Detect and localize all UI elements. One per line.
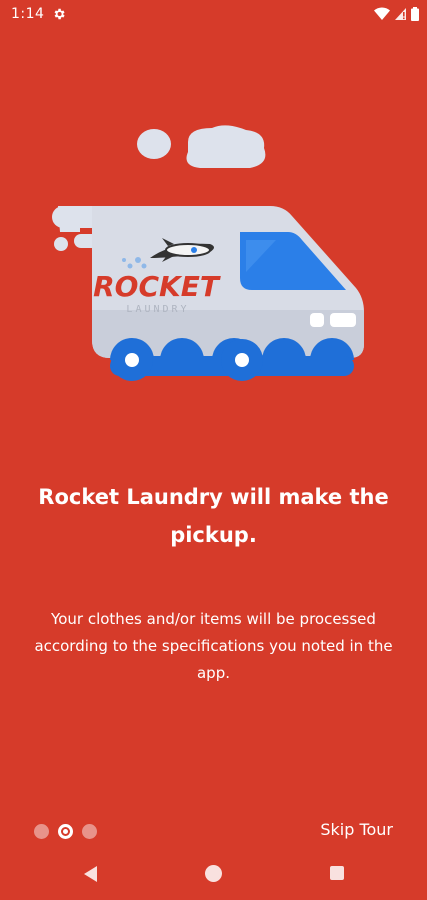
settings-icon [54, 8, 65, 20]
home-icon[interactable] [205, 865, 222, 882]
status-icons [374, 7, 419, 21]
page-dot-2-active[interactable] [58, 824, 73, 839]
skip-tour-button[interactable]: Skip Tour [320, 820, 393, 839]
delivery-van-illustration: ROCKET LAUNDRY [52, 125, 364, 381]
page-dot-1[interactable] [34, 824, 49, 839]
onboarding-headline: Rocket Laundry will make the pickup. [38, 485, 389, 547]
status-time: 1:14 [11, 6, 45, 22]
no-sim-icon [395, 8, 406, 20]
brand-name: ROCKET [93, 270, 221, 303]
system-nav-bar [0, 855, 427, 900]
onboarding-description: Your clothes and/or items will be proces… [34, 610, 393, 682]
wifi-icon [374, 7, 390, 20]
brand-subname: LAUNDRY [126, 304, 189, 315]
page-dot-3[interactable] [82, 824, 97, 839]
battery-icon [411, 7, 419, 21]
page-indicator [34, 824, 97, 839]
status-bar: 1:14 [0, 0, 427, 30]
back-icon[interactable] [81, 865, 99, 883]
recents-icon[interactable] [330, 866, 344, 880]
